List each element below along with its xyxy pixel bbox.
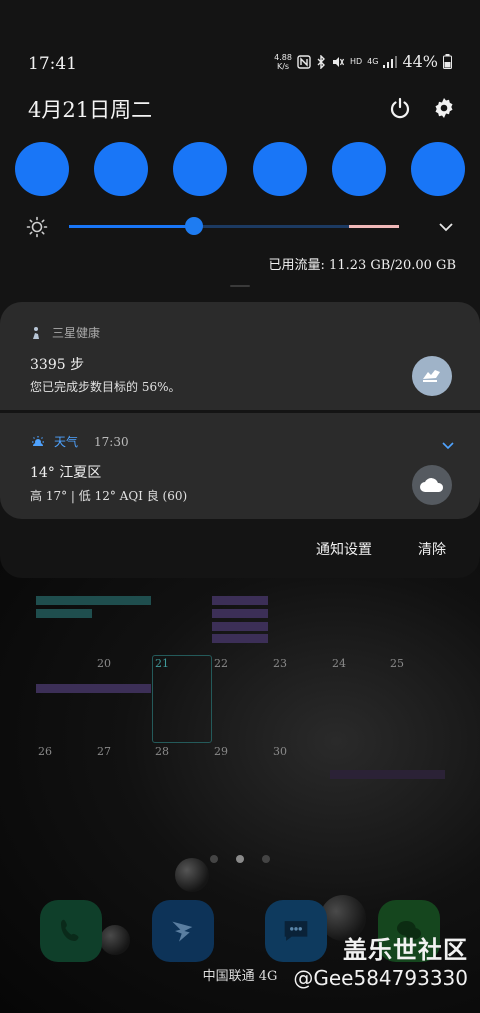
dingtalk-icon [172, 921, 193, 942]
drag-handle[interactable] [230, 285, 250, 287]
notification-card-health[interactable]: 三星健康 3395 步 您已完成步数目标的 56%。 [0, 302, 480, 410]
page-indicator [0, 855, 480, 863]
cloud-icon [420, 478, 444, 492]
brightness-fill [69, 225, 195, 228]
brightness-slider-thumb[interactable] [185, 217, 204, 235]
page-dot-active [236, 855, 244, 863]
page-dot [210, 855, 218, 863]
signal-icon [383, 55, 398, 68]
quick-tile[interactable] [252, 142, 307, 196]
notification-title: 3395 步 [30, 357, 85, 373]
notification-title: 14° 江夏区 [30, 465, 102, 481]
phone-app-icon[interactable] [40, 900, 102, 962]
notification-thumbnail [412, 465, 452, 505]
network-speed-value: 4.88 [274, 52, 292, 62]
gear-icon [435, 98, 453, 118]
quick-tile[interactable] [331, 142, 386, 196]
battery-icon [443, 54, 452, 69]
notification-time: 17:30 [94, 434, 129, 449]
brightness-icon [26, 216, 48, 238]
quick-tile[interactable] [94, 142, 149, 196]
brightness-row [26, 212, 454, 242]
settings-button[interactable] [430, 94, 458, 122]
quick-tile[interactable] [15, 142, 69, 196]
date-label: 4月21日周二 [28, 98, 153, 122]
network-speed: 4.88 K/s [274, 53, 292, 71]
hd-label: HD [349, 57, 363, 66]
phone-icon [61, 919, 79, 941]
shoe-icon [423, 370, 440, 382]
power-button[interactable] [386, 94, 414, 122]
quick-tile[interactable] [173, 142, 228, 196]
quick-settings-tiles [15, 142, 465, 196]
notification-body: 您已完成步数目标的 56%。 [30, 380, 181, 394]
messages-app-icon[interactable] [265, 900, 327, 962]
notification-app-name: 天气 [54, 435, 79, 449]
notification-shade: 17:41 4.88 K/s HD 4G 44% 4月21日周二 已用流量: 1… [0, 0, 480, 578]
shade-header: 4月21日周二 [28, 94, 458, 126]
power-icon [390, 97, 410, 119]
quick-tile[interactable] [410, 142, 465, 196]
chevron-down-icon [442, 442, 454, 450]
nfc-icon [297, 54, 311, 69]
mute-icon [332, 56, 344, 67]
status-time: 17:41 [28, 54, 77, 74]
notification-app-row: 三星健康 [30, 324, 100, 341]
battery-percent: 44% [402, 52, 438, 71]
notification-app-name: 三星健康 [52, 326, 101, 340]
data-usage-label: 已用流量: 11.23 GB/20.00 GB [268, 258, 456, 273]
page-dot [262, 855, 270, 863]
messages-icon [284, 921, 308, 941]
network-type: 4G [367, 56, 379, 66]
dingtalk-app-icon[interactable] [152, 900, 214, 962]
brightness-outdoor-zone [349, 225, 399, 228]
notification-expand-button[interactable] [442, 435, 454, 454]
notification-actions: 通知设置 清除 [316, 539, 446, 559]
chevron-down-icon [439, 223, 453, 232]
notification-settings-button[interactable]: 通知设置 [316, 539, 372, 559]
notification-body: 高 17° | 低 12° AQI 良 (60) [30, 489, 188, 503]
watermark-site: 盖乐世社区 [343, 936, 468, 964]
bluetooth-icon [317, 54, 325, 69]
notification-card-weather[interactable]: 天气 17:30 14° 江夏区 高 17° | 低 12° AQI 良 (60… [0, 413, 480, 519]
health-icon [33, 326, 39, 339]
watermark-user: @Gee584793330 [293, 966, 468, 990]
brightness-slider[interactable] [69, 217, 399, 235]
notification-thumbnail [412, 356, 452, 396]
clear-all-button[interactable]: 清除 [418, 539, 446, 559]
status-icons: 4.88 K/s HD 4G 44% [274, 52, 452, 71]
weather-icon [32, 435, 44, 446]
network-speed-unit: K/s [276, 61, 290, 71]
status-bar: 17:41 4.88 K/s HD 4G 44% [28, 52, 452, 76]
brightness-expand-button[interactable] [438, 218, 454, 237]
notification-app-row: 天气 17:30 [30, 433, 129, 450]
